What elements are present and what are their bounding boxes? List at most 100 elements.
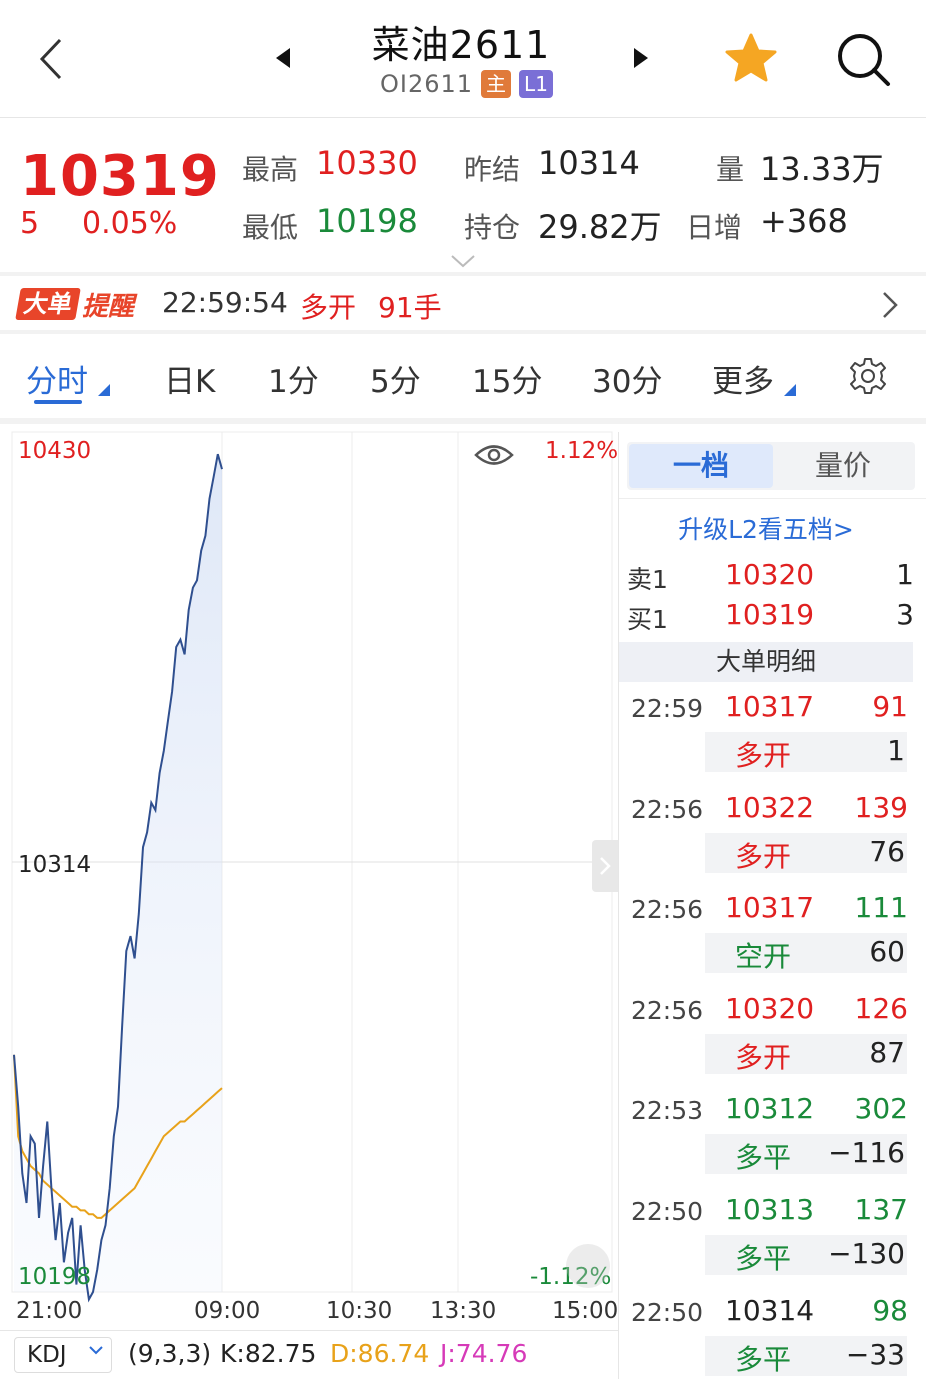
divider bbox=[0, 418, 926, 424]
trade-price: 10313 bbox=[725, 1193, 815, 1226]
daily-increase-label: 日增 bbox=[686, 211, 743, 244]
trade-time: 22:56 bbox=[631, 995, 704, 1025]
active-tab-underline bbox=[34, 400, 82, 404]
indicator-bar: KDJ (9,3,3) K:82.75 D:86.74 J:74.76 bbox=[0, 1330, 618, 1379]
tab-15min[interactable]: 15分 bbox=[472, 356, 542, 401]
trade-subrow: 多开 76 bbox=[705, 832, 907, 873]
tab-30min[interactable]: 30分 bbox=[592, 356, 662, 401]
trade-oi-delta: −116 bbox=[828, 1136, 905, 1170]
prev-settle-value: 10314 bbox=[538, 144, 640, 182]
x-axis-label: 13:30 bbox=[430, 1298, 497, 1324]
chevron-down-icon bbox=[89, 1346, 103, 1355]
upgrade-l2-link[interactable]: 升级L2看五档> bbox=[619, 510, 913, 546]
collapse-button[interactable] bbox=[566, 1244, 610, 1288]
last-price: 10319 bbox=[20, 144, 220, 209]
trade-time: 22:56 bbox=[631, 895, 704, 925]
expand-chevron-icon[interactable] bbox=[450, 254, 476, 268]
trade-time: 22:56 bbox=[631, 794, 704, 824]
big-order-alert-logo: 大单 提醒 bbox=[15, 286, 135, 322]
segment-level1[interactable]: 一档 bbox=[629, 444, 773, 488]
tab-more[interactable]: 更多 bbox=[712, 356, 774, 401]
divider bbox=[0, 272, 926, 276]
low-value: 10198 bbox=[316, 202, 418, 240]
tab-1min[interactable]: 1分 bbox=[268, 356, 319, 401]
trade-price: 10320 bbox=[725, 991, 815, 1025]
quote-summary: 10319 5 0.05% 最高 10330 最低 10198 昨结 10314… bbox=[0, 124, 926, 272]
indicator-params: (9,3,3) bbox=[128, 1339, 212, 1368]
settings-gear-icon[interactable] bbox=[848, 356, 888, 396]
y-axis-mid-label: 10314 bbox=[18, 852, 92, 878]
eye-icon[interactable] bbox=[474, 440, 514, 470]
tab-5min[interactable]: 5分 bbox=[370, 356, 421, 401]
panel-segment-control: 一档 量价 bbox=[627, 442, 915, 490]
alert-logo-big: 大单 bbox=[15, 288, 81, 320]
trade-time: 22:53 bbox=[631, 1096, 704, 1126]
search-icon[interactable] bbox=[834, 30, 892, 88]
trade-oi-delta: −130 bbox=[828, 1237, 905, 1270]
trade-time: 22:59 bbox=[631, 694, 704, 723]
back-arrow-icon[interactable] bbox=[34, 34, 74, 84]
indicator-k: K:82.75 bbox=[220, 1339, 317, 1368]
ask-label: 卖1 bbox=[627, 565, 668, 594]
y-axis-top-label: 10430 bbox=[18, 438, 92, 464]
ask-price: 10320 bbox=[725, 558, 815, 591]
big-order-detail-header: 大单明细 bbox=[619, 642, 913, 682]
open-interest-label: 持仓 bbox=[464, 211, 521, 244]
trade-oi-delta: 60 bbox=[869, 935, 905, 969]
bid-label: 买1 bbox=[627, 605, 668, 634]
tab-more-corner-icon bbox=[784, 384, 796, 396]
indicator-d: D:86.74 bbox=[330, 1339, 430, 1368]
volume-label: 量 bbox=[716, 153, 745, 186]
trade-subrow: 多平 −130 bbox=[705, 1235, 907, 1275]
trade-type: 空开 bbox=[735, 940, 792, 974]
bid-volume: 3 bbox=[896, 598, 914, 631]
trade-subrow: 多平 −33 bbox=[705, 1335, 907, 1376]
trade-oi-delta: −33 bbox=[845, 1337, 905, 1371]
trade-volume: 139 bbox=[854, 790, 908, 824]
x-axis-label: 15:00 bbox=[552, 1298, 619, 1324]
intraday-chart-svg bbox=[11, 431, 613, 1303]
open-interest-value: 29.82万 bbox=[538, 208, 662, 246]
contract-subline: OI2611 主 L1 bbox=[380, 68, 553, 100]
x-axis-label: 09:00 bbox=[194, 1298, 261, 1324]
top-bar: 菜油2611 OI2611 主 L1 bbox=[0, 0, 926, 118]
tab-intraday[interactable]: 分时 bbox=[26, 356, 88, 401]
contract-title: 菜油2611 bbox=[371, 23, 551, 67]
favorite-star-icon[interactable] bbox=[722, 30, 780, 88]
trade-oi-delta: 76 bbox=[869, 834, 905, 868]
trade-price: 10314 bbox=[725, 1293, 815, 1327]
trade-time: 22:50 bbox=[631, 1197, 704, 1226]
trade-type: 多平 bbox=[735, 1242, 792, 1275]
high-label: 最高 bbox=[242, 153, 299, 186]
ask-volume: 1 bbox=[896, 558, 914, 591]
trade-volume: 302 bbox=[854, 1092, 908, 1126]
indicator-select[interactable]: KDJ bbox=[14, 1337, 112, 1373]
trade-subrow: 多平 −116 bbox=[705, 1134, 907, 1175]
tab-daily-k[interactable]: 日K bbox=[164, 356, 215, 401]
big-order-alert-bar[interactable]: 大单 提醒 22:59:54 多开 91手 bbox=[0, 278, 926, 330]
price-change-percent: 0.05% bbox=[82, 206, 178, 241]
trade-oi-delta: 87 bbox=[869, 1035, 905, 1069]
next-contract-arrow-icon[interactable] bbox=[634, 48, 648, 68]
trade-price: 10322 bbox=[725, 790, 815, 824]
daily-increase-value: +368 bbox=[760, 202, 848, 240]
trade-price: 10317 bbox=[725, 690, 815, 723]
pct-top-label: 1.12% bbox=[545, 438, 619, 464]
panel-toggle-handle[interactable] bbox=[592, 840, 618, 892]
price-change: 5 bbox=[20, 206, 40, 241]
trade-subrow: 多开 87 bbox=[705, 1033, 907, 1074]
divider bbox=[0, 330, 926, 334]
trade-time: 22:50 bbox=[631, 1297, 704, 1327]
trade-oi-delta: 1 bbox=[887, 734, 905, 767]
trade-volume: 126 bbox=[854, 991, 908, 1025]
alert-logo-remind: 提醒 bbox=[82, 291, 135, 322]
trade-type: 多平 bbox=[735, 1141, 792, 1175]
indicator-j: J:74.76 bbox=[440, 1339, 528, 1368]
segment-volume-price[interactable]: 量价 bbox=[773, 444, 913, 488]
intraday-chart[interactable]: 10430 10314 10198 1.12% -1.12% 21:00 09:… bbox=[0, 430, 618, 1330]
chart-grid bbox=[11, 431, 613, 1293]
prev-contract-arrow-icon[interactable] bbox=[276, 48, 290, 68]
x-axis-label: 10:30 bbox=[326, 1298, 393, 1324]
high-value: 10330 bbox=[316, 144, 418, 182]
main-contract-badge: 主 bbox=[481, 70, 512, 98]
